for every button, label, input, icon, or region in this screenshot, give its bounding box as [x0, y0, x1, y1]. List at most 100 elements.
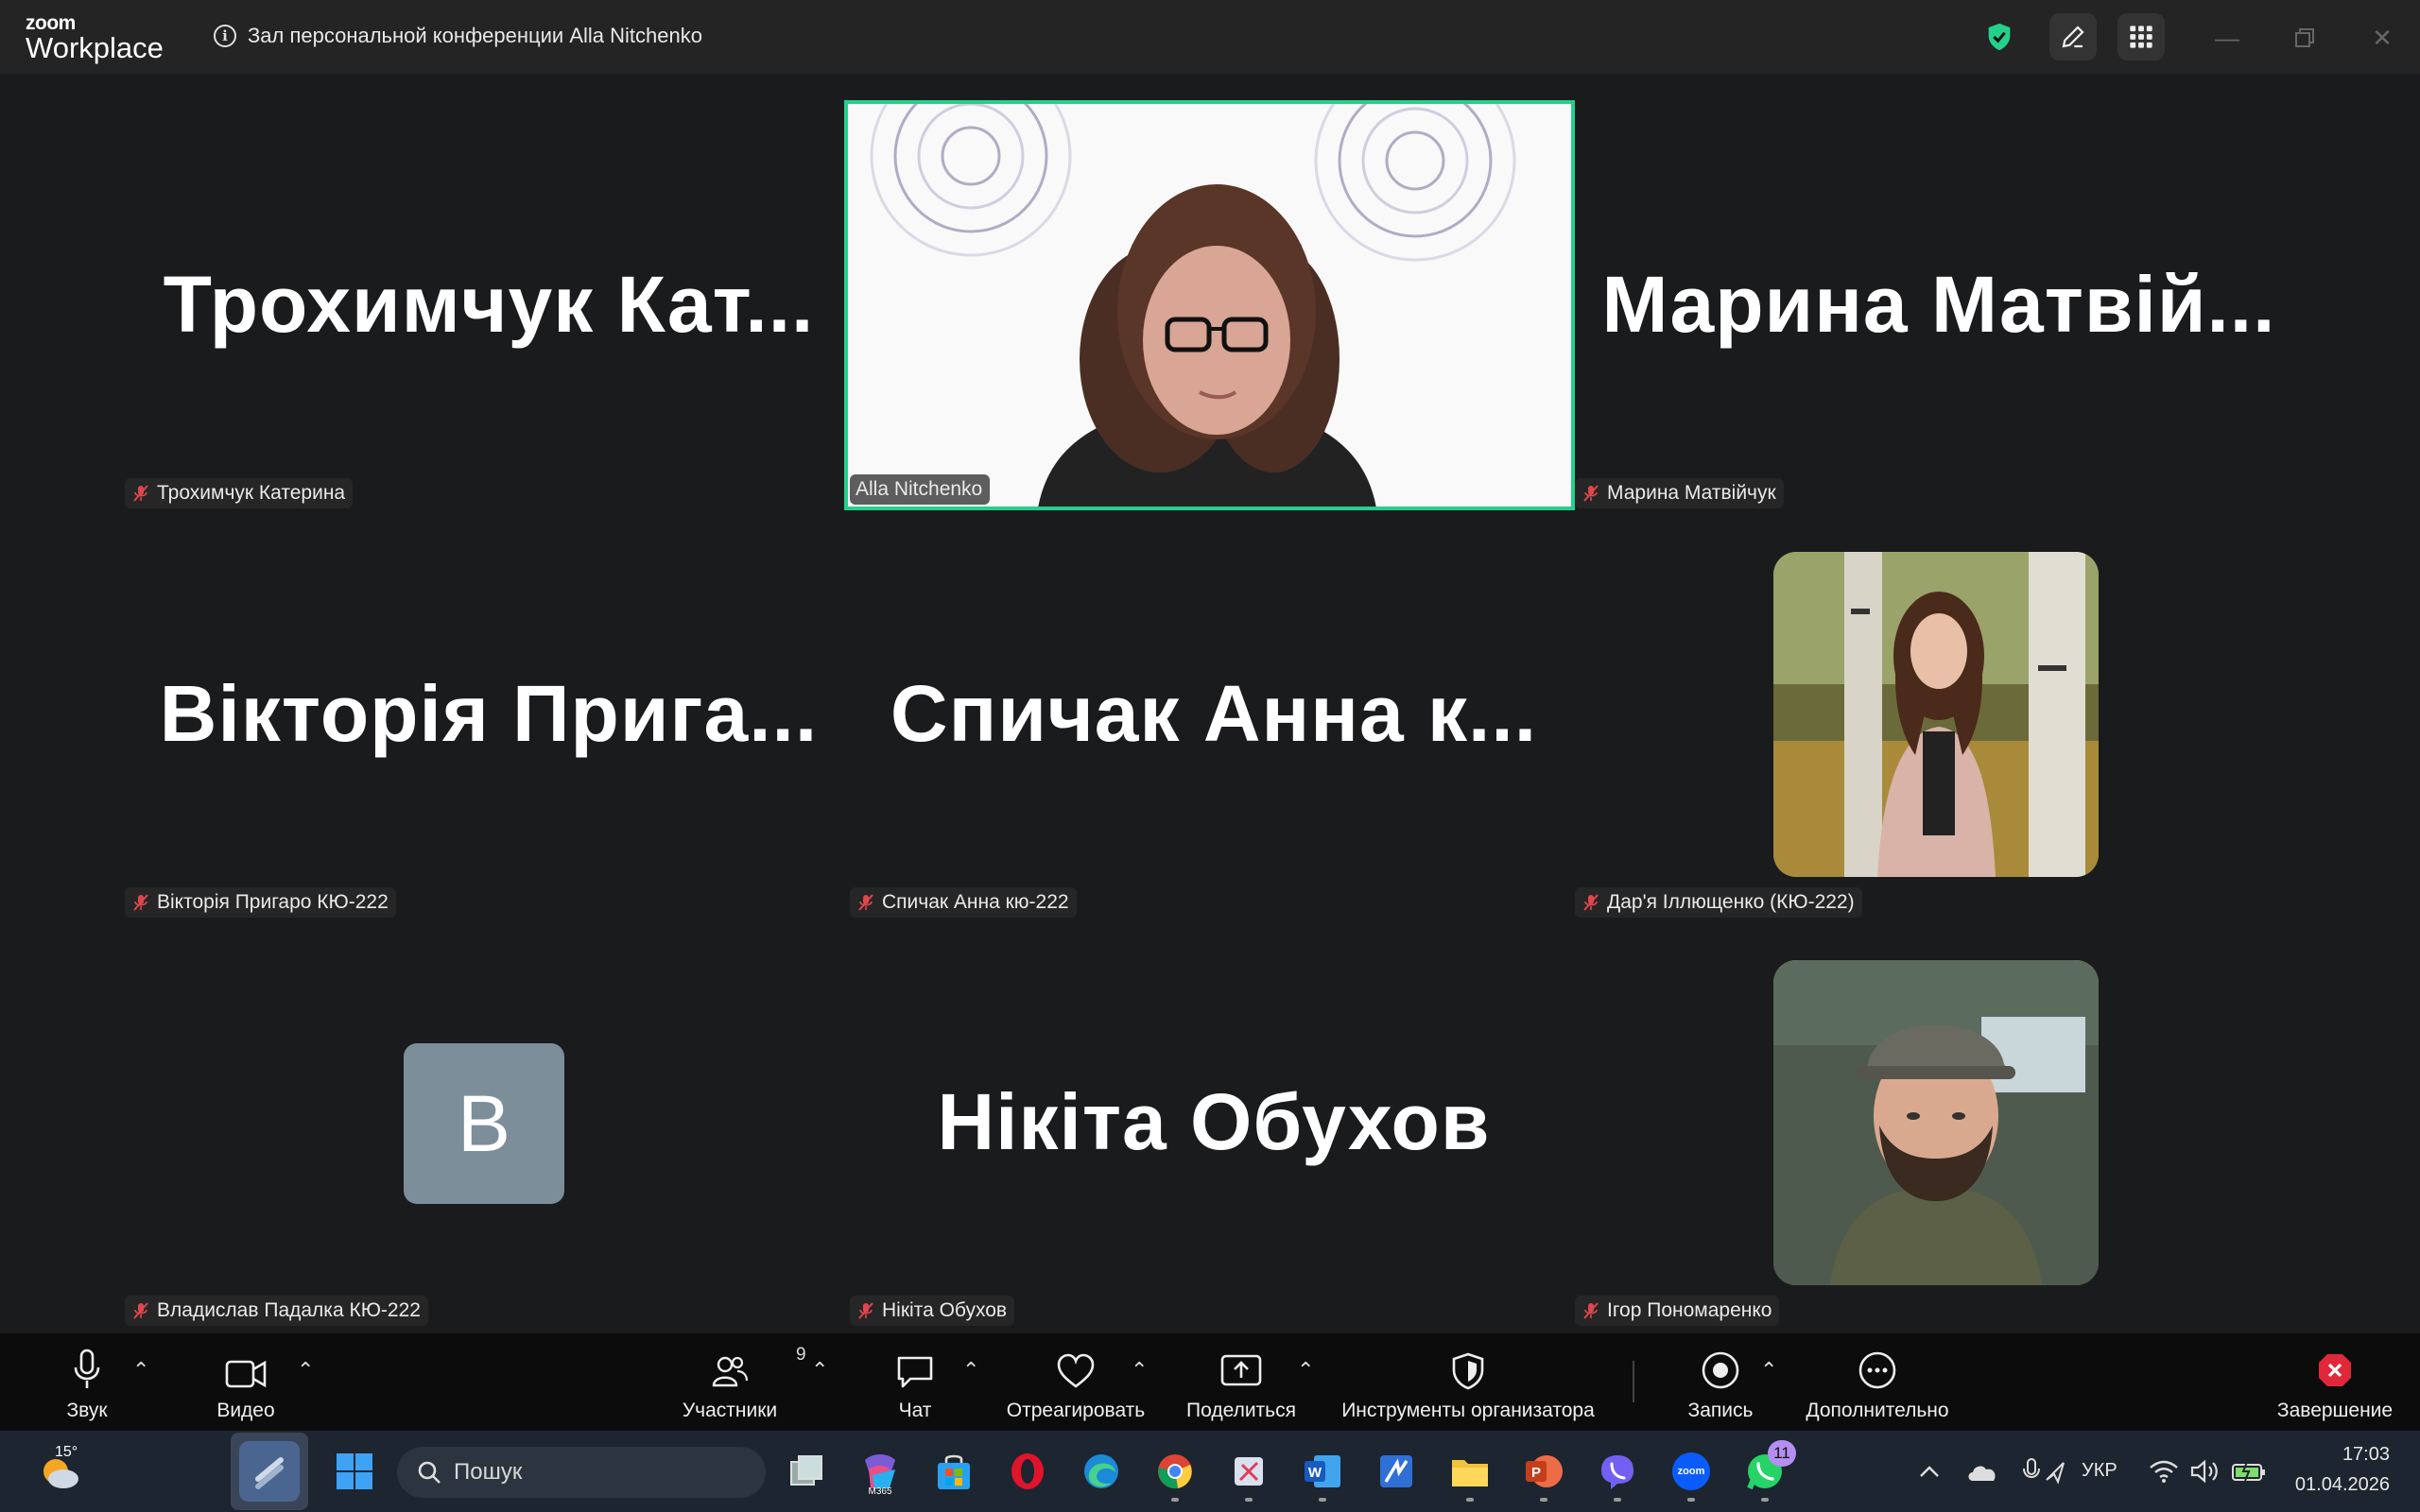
chevron-up-icon[interactable]: ⌃ — [1760, 1358, 1777, 1383]
end-meeting-icon — [2315, 1349, 2355, 1390]
m365-label: M365 — [868, 1486, 892, 1497]
chrome-icon[interactable] — [1153, 1450, 1197, 1502]
pencil-icon[interactable] — [2049, 13, 2097, 60]
more-button[interactable]: Дополнительно — [1796, 1349, 1959, 1422]
close-icon[interactable]: ✕ — [2365, 21, 2399, 55]
restore-icon[interactable] — [2288, 21, 2322, 55]
logo-top: zoom — [26, 12, 76, 34]
zoom-taskbar-icon[interactable]: zoom — [1669, 1450, 1713, 1502]
mic-muted-icon — [130, 892, 151, 913]
participant-name-tag: Alla Nitchenko — [850, 474, 991, 505]
participant-tile[interactable]: Нікіта Обухов Нікіта Обухов — [850, 918, 1578, 1326]
clock-date[interactable]: 01.04.2026 — [2286, 1474, 2390, 1496]
svg-text:W: W — [1308, 1465, 1322, 1481]
word-icon[interactable]: W — [1301, 1450, 1344, 1502]
participant-name-tag: Марина Матвійчук — [1575, 478, 1784, 508]
participant-tile[interactable]: Спичак Анна к... Спичак Анна кю-222 — [850, 509, 1578, 918]
chevron-up-icon[interactable]: ⌃ — [132, 1358, 149, 1383]
participant-name-tag: Вікторія Пригаро КЮ-222 — [125, 887, 396, 918]
participants-button[interactable]: 9 Участники — [673, 1345, 806, 1422]
running-indicator — [1761, 1498, 1769, 1502]
record-button[interactable]: Запись — [1683, 1349, 1758, 1422]
record-icon — [1701, 1349, 1740, 1390]
host-tools-label: Инструменты организатора — [1341, 1400, 1595, 1421]
opera-icon[interactable] — [1006, 1450, 1049, 1493]
running-indicator — [1171, 1498, 1179, 1502]
speaker-video-frame — [848, 104, 1571, 507]
running-indicator — [1540, 1498, 1547, 1502]
meeting-info[interactable]: i Зал персональной конференции Alla Nitc… — [214, 21, 702, 51]
chat-button[interactable]: Чат — [877, 1349, 953, 1422]
microphone-icon — [71, 1349, 103, 1390]
battery-icon[interactable] — [2227, 1450, 2271, 1493]
clock-time[interactable]: 17:03 — [2305, 1444, 2390, 1466]
language-indicator[interactable]: УКР — [2082, 1460, 2118, 1482]
heart-icon — [1055, 1349, 1097, 1390]
powerpoint-icon[interactable]: P — [1522, 1450, 1565, 1502]
participant-name-tag: Ігор Пономаренко — [1575, 1296, 1780, 1326]
chevron-up-icon[interactable]: ⌃ — [962, 1358, 979, 1383]
minimize-icon[interactable]: — — [2210, 21, 2244, 55]
taskbar-app-preview[interactable] — [231, 1433, 308, 1510]
toolbar-divider — [1633, 1361, 1634, 1402]
participant-tile[interactable]: Марина Матвій... Марина Матвійчук — [1575, 100, 2303, 508]
chevron-up-icon[interactable] — [1906, 1450, 1953, 1493]
host-tools-button[interactable]: Инструменты организатора — [1335, 1349, 1601, 1422]
react-label: Отреагировать — [1006, 1400, 1146, 1421]
store-icon[interactable] — [932, 1450, 976, 1493]
chevron-up-icon[interactable]: ⌃ — [1297, 1358, 1314, 1383]
participants-count: 9 — [796, 1345, 806, 1365]
m365-icon[interactable]: M365 — [858, 1450, 902, 1497]
participants-icon: 9 — [711, 1345, 806, 1390]
windows-start-icon[interactable] — [333, 1450, 376, 1493]
taskbar-search[interactable]: Пошук — [397, 1447, 766, 1498]
more-label: Дополнительно — [1806, 1400, 1949, 1421]
participant-label: Нікіта Обухов — [882, 1299, 1008, 1321]
chat-icon — [895, 1349, 935, 1390]
wifi-icon[interactable] — [2142, 1450, 2186, 1493]
running-indicator — [1245, 1498, 1253, 1502]
mic-muted-icon — [130, 483, 151, 504]
chevron-up-icon[interactable]: ⌃ — [297, 1358, 314, 1383]
audio-label: Звук — [66, 1400, 108, 1421]
react-button[interactable]: Отреагировать — [1000, 1349, 1151, 1422]
chevron-up-icon[interactable]: ⌃ — [1131, 1358, 1148, 1383]
file-explorer-icon[interactable] — [1448, 1450, 1492, 1502]
end-meeting-button[interactable]: Завершение — [2269, 1349, 2401, 1422]
share-button[interactable]: Поделиться — [1180, 1349, 1303, 1422]
participant-name-tag: Трохимчук Катерина — [125, 478, 354, 508]
participant-tile[interactable]: Вікторія Прига... Вікторія Пригаро КЮ-22… — [125, 509, 853, 918]
participant-tile[interactable]: Дар'я Іллющенко (КЮ-222) — [1575, 509, 2303, 918]
task-view-icon[interactable] — [785, 1450, 828, 1493]
grid-icon[interactable] — [2118, 13, 2165, 60]
participant-tile[interactable]: Трохимчук Кат... Трохимчук Катерина — [125, 100, 853, 508]
chevron-up-icon[interactable]: ⌃ — [811, 1358, 828, 1383]
shield-check-icon[interactable] — [1976, 13, 2023, 60]
viber-icon[interactable] — [1596, 1450, 1639, 1502]
participant-label: Владислав Падалка КЮ-222 — [157, 1299, 421, 1321]
chat-label: Чат — [898, 1400, 932, 1421]
zoom-app-label: zoom — [1677, 1466, 1705, 1477]
participant-label: Вікторія Пригаро КЮ-222 — [157, 891, 389, 913]
mic-location-icon[interactable] — [2015, 1450, 2072, 1493]
windows-taskbar: 15° Пошук M365 W P zoom 11 УКР 17:03 01.… — [0, 1431, 2420, 1512]
edge-icon[interactable] — [1080, 1450, 1123, 1493]
weather-widget[interactable]: 15° — [32, 1444, 89, 1493]
notification-badge: 11 — [1768, 1440, 1796, 1467]
active-speaker-video[interactable]: Alla Nitchenko — [844, 100, 1575, 510]
participants-label: Участники — [682, 1400, 778, 1421]
volume-icon[interactable] — [2184, 1450, 2227, 1493]
snipping-tool-icon[interactable] — [1227, 1450, 1270, 1502]
shield-icon — [1451, 1349, 1485, 1390]
video-button[interactable]: Видео — [208, 1349, 284, 1422]
profile-photo — [1773, 552, 2099, 877]
participant-tile[interactable]: B Владислав Падалка КЮ-222 — [125, 918, 853, 1326]
participant-tile[interactable]: Ігор Пономаренко — [1575, 918, 2303, 1326]
share-label: Поделиться — [1186, 1400, 1296, 1421]
onedrive-icon[interactable] — [1961, 1450, 2004, 1493]
info-icon[interactable]: i — [214, 25, 236, 47]
app-icon[interactable] — [1374, 1450, 1418, 1493]
audio-button[interactable]: Звук — [49, 1349, 125, 1422]
whatsapp-icon[interactable]: 11 — [1743, 1440, 1796, 1502]
title-bar: zoom Workplace i Зал персональной конфер… — [0, 0, 2420, 74]
